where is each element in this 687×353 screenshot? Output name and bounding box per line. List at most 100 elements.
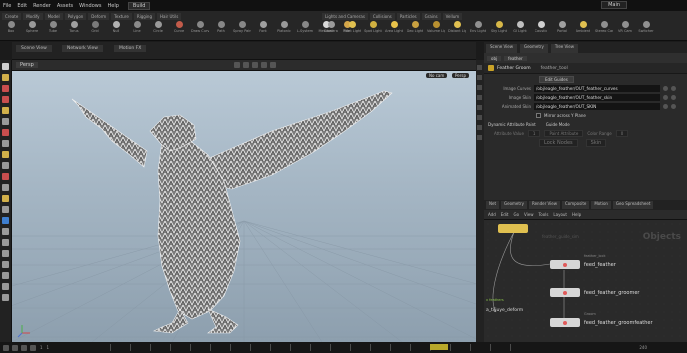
skin-box[interactable]: Skin [585,138,607,147]
env-light-icon[interactable] [474,21,482,28]
shelf-right-tab-2[interactable]: Particles [396,13,420,20]
shelf-tool-2[interactable]: Tube [44,21,62,33]
jump-to-node-icon[interactable] [671,104,676,109]
section-dynamic-paint[interactable]: Dynamic Attribute Paint [488,122,536,127]
shelf-tab-2[interactable]: Model [44,13,63,20]
shelf-right-tool-7[interactable]: Env Light [469,21,487,33]
shelf-tab-5[interactable]: Texture [111,13,132,20]
point-light-icon[interactable] [348,21,356,28]
node-body[interactable] [550,288,580,297]
network-menu-3[interactable]: View [524,212,534,217]
network-menu-0[interactable]: Add [488,212,496,217]
edit-guides-button[interactable]: Edit Guides [539,75,574,83]
shelf-right-tab-3[interactable]: Grains [421,13,441,20]
network-tab-2[interactable]: Render View [528,201,560,209]
shelf-right-tab-0[interactable]: Lights and Cameras [322,13,368,20]
shelf-right-tool-4[interactable]: Geo Light [406,21,424,33]
volume-light-icon[interactable] [432,21,440,28]
pick-node-icon[interactable] [663,95,668,100]
shelf-right-tool-9[interactable]: GI Light [511,21,529,33]
tab-scene-view-rp[interactable]: Scene View [486,44,517,53]
breadcrumb-feather[interactable]: feather [504,55,527,61]
lock-nodes-box[interactable]: Lock Nodes [539,138,578,147]
paint-attribute-box[interactable]: Paint Attribute [544,130,584,137]
shelf-tool-5[interactable]: Null [107,21,125,33]
menu-edit[interactable]: Edit [14,3,30,9]
torus-icon[interactable] [70,21,78,28]
view-tool-icon[interactable] [2,140,9,147]
network-editor[interactable]: Objects feather_guide_sim feed_feather f… [484,220,687,342]
shelf-tab-1[interactable]: Modify [23,13,43,20]
display-normals-icon[interactable] [477,75,482,80]
mirror-checkbox[interactable] [536,113,541,118]
shelf-tool-4[interactable]: Grid [86,21,104,33]
section-guide-mode[interactable]: Guide Mode [546,122,570,127]
spray-paint-icon[interactable] [238,21,246,28]
pose-tool-icon[interactable] [2,118,9,125]
node-body[interactable] [550,260,580,269]
move-tool-icon[interactable] [2,74,9,81]
dim-value-box[interactable]: 1 [527,130,541,137]
menu-file[interactable]: File [0,3,14,9]
pick-node-icon[interactable] [663,104,668,109]
brush-tool-icon[interactable] [2,129,9,136]
shelf-right-tool-14[interactable]: VR Cam [616,21,634,33]
left-node-label[interactable]: a_tijjuye_deform [486,308,523,313]
network-menu-1[interactable]: Edit [501,212,509,217]
distant-light-icon[interactable] [453,21,461,28]
current-frame[interactable]: 1 [40,345,43,350]
sphere-icon[interactable] [28,21,36,28]
shelf-tab-7[interactable]: Hair Utils [156,13,182,20]
network-tab-3[interactable]: Composite [562,201,590,209]
shelf-tool-8[interactable]: Curve [170,21,188,33]
viewport-pin-icon[interactable] [252,62,258,68]
curve-icon[interactable] [175,21,183,28]
shelf-right-tool-5[interactable]: Volume Light [427,21,445,33]
shelf-right-tool-11[interactable]: Portal [553,21,571,33]
shelf-tool-9[interactable]: Draw Curve [191,21,209,33]
shelf-tool-3[interactable]: Torus [65,21,83,33]
shelf-right-tab-1[interactable]: Collisions [369,13,395,20]
geo-light-icon[interactable] [411,21,419,28]
timeline-ticks[interactable] [110,344,520,351]
shelf-right-tab-4[interactable]: Vellum [442,13,463,20]
shelf-right-tool-3[interactable]: Area Light [385,21,403,33]
shelf-right-tool-2[interactable]: Spot Light [364,21,382,33]
shelf-tab-3[interactable]: Polygon [64,13,87,20]
shelf-right-tool-10[interactable]: Caustic [532,21,550,33]
shelf-right-tool-15[interactable]: Switcher [637,21,655,33]
node-flag-icon[interactable] [563,320,567,325]
shelf-right-tool-0[interactable]: Camera [322,21,340,33]
display-lights-icon[interactable] [477,125,482,130]
scene-viewport[interactable]: No cam Persp [12,71,476,342]
scale-tool-icon[interactable] [2,96,9,103]
path-icon[interactable] [217,21,225,28]
network-menu-6[interactable]: Help [572,212,581,217]
network-menu-2[interactable]: Go [514,212,520,217]
shelf-tab-6[interactable]: Rigging [133,13,155,20]
area-light-icon[interactable] [390,21,398,28]
menu-assets[interactable]: Assets [54,3,76,9]
network-tab-0[interactable]: Net [486,201,500,209]
spot-light-icon[interactable] [369,21,377,28]
shelf-tab-4[interactable]: Deform [88,13,110,20]
stereo-camera-icon[interactable] [600,21,608,28]
lock-view-icon[interactable] [2,283,9,290]
shelf-tool-1[interactable]: Sphere [23,21,41,33]
tube-icon[interactable] [49,21,57,28]
tab-scene-view[interactable]: Scene View [16,45,52,52]
grid-toggle-icon[interactable] [2,250,9,257]
circle-icon[interactable] [154,21,162,28]
viewport-display-icon[interactable] [270,62,276,68]
shelf-right-tool-1[interactable]: Point Light [343,21,361,33]
viewport-shading-icon[interactable] [261,62,267,68]
start-frame[interactable]: 1 [47,345,50,350]
image-skin-field[interactable]: /obj/eagle_feather/OUT_feather_skin [534,94,660,101]
shelf-right-tool-12[interactable]: Ambient [574,21,592,33]
display-points-icon[interactable] [477,65,482,70]
shelf-tool-10[interactable]: Path [212,21,230,33]
animated-skin-field[interactable]: /obj/eagle_feather/OUT_SKIN [534,103,660,110]
end-frame[interactable]: 240 [639,345,647,350]
node-feed-feather-groomer[interactable]: feed_feather_groomer [550,288,640,297]
camera-icon[interactable] [327,21,335,28]
